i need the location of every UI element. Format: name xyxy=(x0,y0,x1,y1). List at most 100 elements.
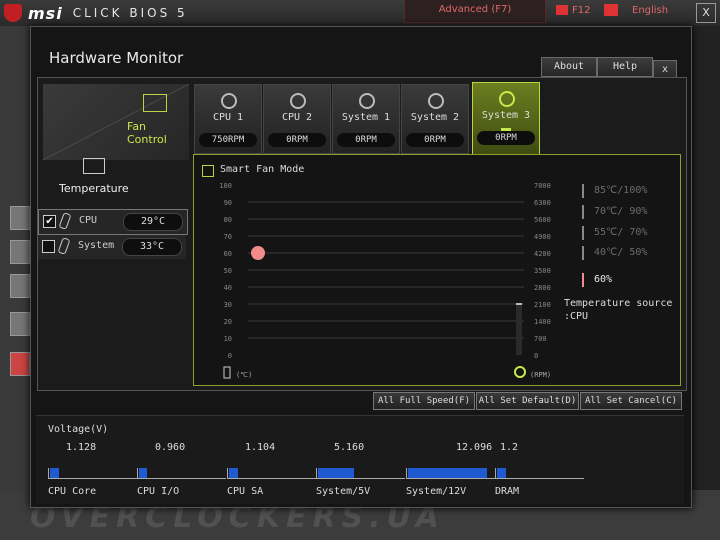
active-tab-indicator xyxy=(501,128,511,131)
language-icon xyxy=(604,4,618,16)
help-button[interactable]: Help xyxy=(597,57,653,77)
fan-tab-cpu1[interactable]: CPU 1 750RPM xyxy=(194,84,262,154)
fan-tab-cpu2[interactable]: CPU 2 0RPM xyxy=(263,84,331,154)
fan-tab-system1[interactable]: System 1 0RPM xyxy=(332,84,400,154)
y-tick-right: 0 xyxy=(534,352,538,360)
y-tick-left: 40 xyxy=(224,284,232,292)
fan-name: System 1 xyxy=(341,112,391,123)
fan-icon xyxy=(221,93,237,109)
voltage-bar xyxy=(227,468,316,479)
voltage-bar-fill xyxy=(139,468,147,478)
legend-swatch xyxy=(582,226,584,240)
temperature-tab[interactable]: Temperature xyxy=(43,152,189,204)
fan-name: CPU 2 xyxy=(281,112,313,123)
voltage-bar-fill xyxy=(229,468,238,478)
legend-label: 85℃/100% xyxy=(594,185,648,196)
thermometer-icon xyxy=(58,212,72,230)
voltage-bar xyxy=(406,468,495,479)
y-tick-left: 100 xyxy=(219,182,232,190)
y-tick-left: 50 xyxy=(224,267,232,275)
fan-curve-point[interactable] xyxy=(251,246,265,260)
temperature-label: Temperature xyxy=(59,182,129,195)
all-set-default-button[interactable]: All Set Default(D) xyxy=(476,392,579,410)
temp-axis-unit: (℃) xyxy=(236,371,252,379)
fan-rpm: 0RPM xyxy=(268,133,326,147)
screenshot-label: F12 xyxy=(572,5,591,16)
y-tick-left: 10 xyxy=(224,335,232,343)
side-item[interactable] xyxy=(10,352,30,376)
voltage-value: 1.2 xyxy=(500,442,519,453)
fan-name: System 2 xyxy=(410,112,460,123)
fan-axis-icon xyxy=(514,366,526,378)
legend-label: 40℃/ 50% xyxy=(594,247,648,258)
voltage-bar-fill xyxy=(318,468,354,478)
fan-tab-system2[interactable]: System 2 0RPM xyxy=(401,84,469,154)
y-tick-right: 5600 xyxy=(534,216,551,224)
y-tick-right: 4900 xyxy=(534,233,551,241)
y-tick-left: 80 xyxy=(224,216,232,224)
voltage-value: 0.960 xyxy=(155,442,186,453)
language-label: English xyxy=(632,5,669,16)
side-item[interactable] xyxy=(10,274,30,298)
voltage-name: DRAM xyxy=(495,486,520,497)
fan-icon xyxy=(359,93,375,109)
sensor-row-system[interactable]: System 33°C xyxy=(38,235,186,259)
bios-top-bar: msi CLICK BIOS 5 Advanced (F7) F12 Engli… xyxy=(0,0,720,26)
product-name: CLICK BIOS 5 xyxy=(72,6,188,20)
fan-icon xyxy=(428,93,444,109)
y-tick-right: 4200 xyxy=(534,250,551,258)
y-tick-left: 30 xyxy=(224,301,232,309)
legend-label: 55℃/ 70% xyxy=(594,227,648,238)
y-tick-left: 20 xyxy=(224,318,232,326)
fan-control-tab[interactable]: Fan Control xyxy=(43,84,189,160)
msi-dragon-icon xyxy=(4,4,22,22)
y-tick-left: 0 xyxy=(228,352,232,360)
thermometer-icon xyxy=(223,366,231,379)
rpm-gauge xyxy=(516,305,522,355)
voltage-value: 12.096 xyxy=(456,442,493,453)
sensor-checkbox[interactable] xyxy=(42,240,55,253)
sensor-name: CPU xyxy=(79,215,98,226)
sensor-name: System xyxy=(78,240,115,251)
y-tick-right: 6300 xyxy=(534,199,551,207)
screenshot-button[interactable]: F12 xyxy=(556,5,590,16)
sensor-row-cpu[interactable]: ✔ CPU 29°C xyxy=(38,209,188,235)
voltage-value: 5.160 xyxy=(334,442,365,453)
fan-chart-icon xyxy=(143,94,167,112)
temperature-source: Temperature source :CPU xyxy=(564,297,672,323)
voltage-bar xyxy=(316,468,405,479)
voltage-panel: Voltage(V) 1.128 CPU Core 0.960 CPU I/O 1.10… xyxy=(36,415,684,504)
brand-name: msi xyxy=(28,3,63,23)
y-tick-right: 2100 xyxy=(534,301,551,309)
all-set-cancel-button[interactable]: All Set Cancel(C) xyxy=(580,392,682,410)
side-item[interactable] xyxy=(10,206,30,230)
y-tick-left: 90 xyxy=(224,199,232,207)
voltage-value: 1.128 xyxy=(66,442,97,453)
fan-tab-system3[interactable]: System 3 0RPM xyxy=(472,82,540,158)
smart-fan-panel: Smart Fan Mode 100 7000 90 6300 80 5600 70 4900… xyxy=(193,154,681,386)
rpm-axis-unit: (RPM) xyxy=(530,371,551,379)
y-tick-right: 7000 xyxy=(534,182,551,190)
legend-label: 70℃/ 90% xyxy=(594,206,648,217)
voltage-bar-fill xyxy=(50,468,59,478)
temperature-source-label: Temperature source xyxy=(564,298,673,309)
side-item[interactable] xyxy=(10,312,30,336)
msi-logo: msi CLICK BIOS 5 xyxy=(4,2,188,24)
legend-swatch xyxy=(582,184,584,198)
rpm-gauge-marker xyxy=(516,303,522,305)
legend-label: 60% xyxy=(594,274,613,285)
side-item[interactable] xyxy=(10,240,30,264)
fan-icon xyxy=(499,91,515,107)
voltage-bar xyxy=(137,468,226,479)
voltage-name: CPU Core xyxy=(48,486,97,497)
language-button[interactable]: English xyxy=(604,4,668,16)
fan-name: CPU 1 xyxy=(212,112,244,123)
advanced-mode-tab[interactable]: Advanced (F7) xyxy=(404,0,546,23)
all-full-speed-button[interactable]: All Full Speed(F) xyxy=(373,392,475,410)
about-button[interactable]: About xyxy=(541,57,597,77)
y-tick-right: 1400 xyxy=(534,318,551,326)
fan-control-label: Fan Control xyxy=(127,120,167,146)
bios-close-button[interactable]: X xyxy=(696,3,716,23)
sensor-checkbox[interactable]: ✔ xyxy=(43,215,56,228)
fan-rpm: 0RPM xyxy=(477,131,535,145)
